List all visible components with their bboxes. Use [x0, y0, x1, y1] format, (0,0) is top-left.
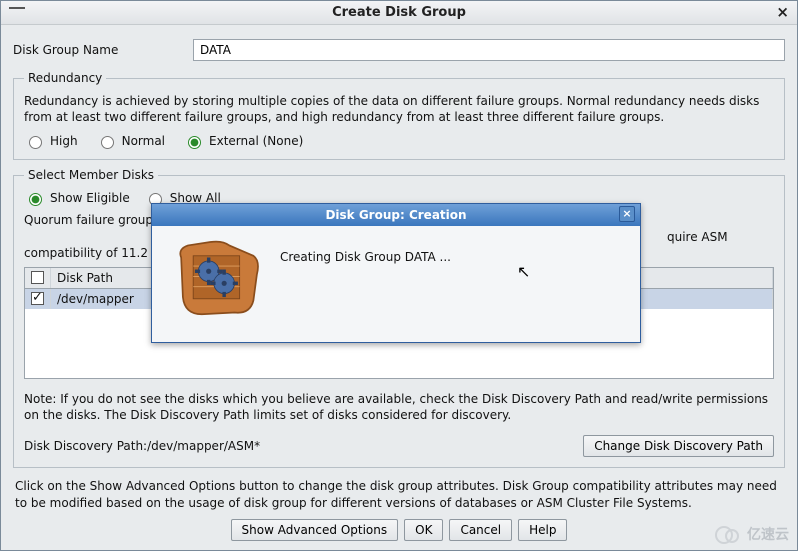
gear-icon: [176, 239, 262, 319]
disk-group-name-input[interactable]: [193, 39, 785, 61]
row-checkbox-cell[interactable]: [25, 289, 51, 309]
discovery-path: Disk Discovery Path:/dev/mapper/ASM*: [24, 439, 260, 453]
header-checkbox-icon[interactable]: [31, 271, 44, 284]
redundancy-normal-radio[interactable]: [101, 136, 114, 149]
cursor-icon: ↖: [517, 262, 530, 281]
creation-dialog: Disk Group: Creation ×: [151, 203, 641, 343]
redundancy-external-radio[interactable]: [188, 136, 201, 149]
dialog-titlebar: Disk Group: Creation ×: [152, 204, 640, 226]
main-window: Create Disk Group × Disk Group Name Redu…: [0, 0, 798, 551]
redundancy-normal[interactable]: Normal: [96, 133, 165, 149]
watermark: 亿速云: [715, 524, 789, 544]
redundancy-high-label: High: [50, 134, 78, 148]
show-advanced-button[interactable]: Show Advanced Options: [231, 519, 399, 541]
redundancy-external-label: External (None): [209, 134, 303, 148]
discovery-note: Note: If you do not see the disks which …: [24, 391, 774, 423]
help-button[interactable]: Help: [518, 519, 567, 541]
redundancy-description: Redundancy is achieved by storing multip…: [24, 93, 774, 125]
redundancy-fieldset: Redundancy Redundancy is achieved by sto…: [13, 71, 785, 160]
redundancy-external[interactable]: External (None): [183, 133, 303, 149]
redundancy-normal-label: Normal: [122, 134, 165, 148]
quorum-note-prefix: Quorum failure group: [24, 213, 153, 227]
close-icon[interactable]: ×: [776, 3, 789, 21]
cloud-icon: [715, 526, 743, 542]
ok-button[interactable]: OK: [404, 519, 443, 541]
dialog-close-icon[interactable]: ×: [619, 206, 635, 222]
footer-note: Click on the Show Advanced Options butto…: [15, 478, 783, 510]
discovery-path-label: Disk Discovery Path:: [24, 439, 147, 453]
member-disks-legend: Select Member Disks: [24, 168, 158, 182]
redundancy-high[interactable]: High: [24, 133, 78, 149]
dialog-title: Disk Group: Creation: [325, 208, 466, 222]
show-eligible-radio[interactable]: [29, 193, 42, 206]
show-eligible-label: Show Eligible: [50, 191, 130, 205]
title-bar: Create Disk Group ×: [1, 1, 797, 25]
footer-buttons: Show Advanced Options OK Cancel Help: [13, 519, 785, 541]
redundancy-high-radio[interactable]: [29, 136, 42, 149]
disk-group-name-label: Disk Group Name: [13, 43, 183, 57]
disk-group-name-row: Disk Group Name: [13, 39, 785, 61]
dialog-message: Creating Disk Group DATA ...: [280, 250, 616, 264]
col-check-header[interactable]: [25, 268, 51, 288]
cancel-button[interactable]: Cancel: [449, 519, 512, 541]
row-checkbox-icon[interactable]: [31, 292, 44, 305]
show-eligible[interactable]: Show Eligible: [24, 190, 130, 206]
discovery-path-value: /dev/mapper/ASM*: [147, 439, 260, 453]
redundancy-legend: Redundancy: [24, 71, 106, 85]
window-title: Create Disk Group: [1, 5, 797, 20]
window-menu-icon[interactable]: [9, 7, 25, 9]
discovery-row: Disk Discovery Path:/dev/mapper/ASM* Cha…: [24, 435, 774, 457]
redundancy-options: High Normal External (None): [24, 133, 774, 149]
change-discovery-path-button[interactable]: Change Disk Discovery Path: [583, 435, 774, 457]
dialog-body: Creating Disk Group DATA ... ↖: [152, 226, 640, 342]
watermark-text: 亿速云: [747, 524, 789, 544]
